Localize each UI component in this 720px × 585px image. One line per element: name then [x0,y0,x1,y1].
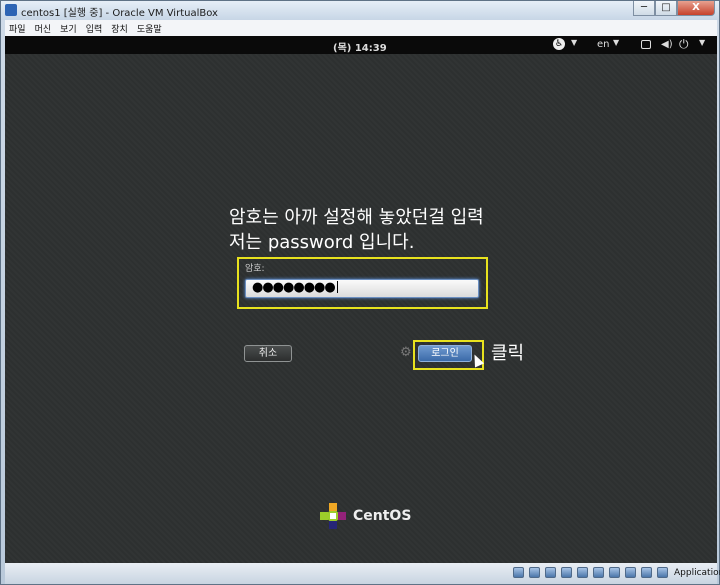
display-icon[interactable] [609,567,620,578]
menu-input[interactable]: 입력 [86,22,103,35]
menu-view[interactable]: 보기 [60,22,77,35]
virtualbox-window: centos1 [실행 중] - Oracle VM VirtualBox ─ … [0,0,720,585]
audio-icon[interactable] [545,567,556,578]
usb-icon[interactable] [577,567,588,578]
minimize-button[interactable]: ─ [633,1,655,16]
status-bar: Application [5,563,720,584]
menu-help[interactable]: 도움말 [137,22,162,35]
host-key-label: Application [674,567,720,578]
cancel-button[interactable]: 취소 [244,345,292,362]
menu-file[interactable]: 파일 [9,22,26,35]
accessibility-icon[interactable]: ♿ [553,38,565,50]
password-input[interactable]: ●●●●●●●● [245,279,479,298]
hard-disk-icon[interactable] [513,567,524,578]
text-caret [336,281,338,293]
login-button[interactable]: 로그인 [418,345,472,362]
chevron-down-icon: ▼ [613,38,620,47]
clock[interactable]: (목) 14:39 [333,39,387,54]
maximize-button[interactable]: □ [655,1,677,16]
window-icon[interactable] [641,40,651,49]
window-title: centos1 [실행 중] - Oracle VM VirtualBox [21,8,218,19]
power-icon[interactable]: ⏻ [679,37,689,52]
menu-machine[interactable]: 머신 [35,22,52,35]
annotation-line-2: 저는 password 입니다. [229,232,415,253]
language-selector[interactable]: en [597,39,610,50]
annotation-click: 클릭 [491,343,525,364]
shared-folder-icon[interactable] [593,567,604,578]
window-controls: ─ □ X [633,1,715,18]
password-label: 암호: [245,264,265,274]
annotation-line-1: 암호는 아까 설정해 놓았던걸 입력 [229,207,484,228]
chevron-down-icon: ▼ [699,38,706,47]
gnome-top-bar: (목) 14:39 ♿ ▼ en ▼ ◀) ⏻ ▼ [5,36,717,54]
menu-devices[interactable]: 장치 [111,22,128,35]
close-button[interactable]: X [677,1,715,16]
password-dots: ●●●●●●●● [252,280,336,295]
guest-screen: (목) 14:39 ♿ ▼ en ▼ ◀) ⏻ ▼ 암호는 아까 설정해 놓았던… [5,36,717,563]
host-key-icon[interactable] [657,567,668,578]
optical-drive-icon[interactable] [529,567,540,578]
gear-icon[interactable]: ⚙ [400,345,412,360]
menu-bar: 파일 머신 보기 입력 장치 도움말 [5,20,717,36]
title-bar[interactable]: centos1 [실행 중] - Oracle VM VirtualBox ─ … [1,1,719,20]
status-icons: Application [513,567,720,578]
network-icon[interactable] [561,567,572,578]
volume-icon[interactable]: ◀) [661,39,673,50]
centos-logo-icon [320,503,346,529]
centos-wordmark: CentOS [353,508,412,524]
mouse-integration-icon[interactable] [641,567,652,578]
virtualbox-app-icon [5,4,17,16]
recording-icon[interactable] [625,567,636,578]
chevron-down-icon: ▼ [571,38,578,47]
